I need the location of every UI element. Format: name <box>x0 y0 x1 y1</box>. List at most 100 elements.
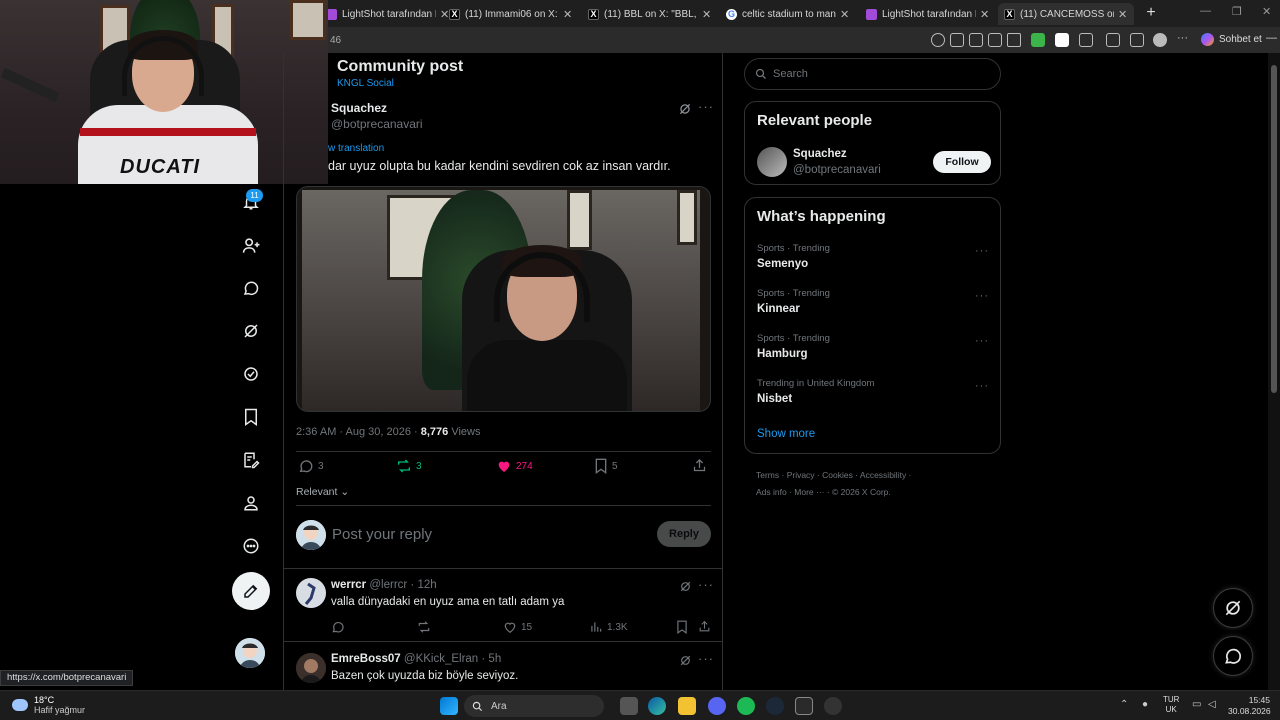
author-name[interactable]: Squachez <box>331 101 387 115</box>
close-tab-icon[interactable]: ✕ <box>840 8 850 21</box>
reply-action[interactable]: 3 <box>298 458 324 474</box>
grok-icon[interactable] <box>679 580 692 593</box>
zoom-icon[interactable] <box>931 33 945 47</box>
immersive-reader-icon[interactable] <box>988 33 1002 47</box>
epic-games-icon[interactable] <box>795 697 813 715</box>
taskbar-search[interactable]: Ara <box>464 695 604 717</box>
trend-item[interactable]: Sports · Trending Kinnear ··· <box>757 288 989 315</box>
nav-bookmarks[interactable] <box>240 406 262 428</box>
grok-float-button[interactable] <box>1213 588 1253 628</box>
url-text[interactable]: 46 <box>330 35 341 46</box>
trend-item[interactable]: Sports · Trending Hamburg ··· <box>757 333 989 360</box>
scrollbar-thumb[interactable] <box>1271 65 1277 393</box>
extension-icon[interactable] <box>1031 33 1045 47</box>
obs-icon[interactable] <box>824 697 842 715</box>
close-window-icon[interactable]: ✕ <box>1262 5 1271 18</box>
post-image[interactable] <box>296 186 711 412</box>
spotify-icon[interactable] <box>737 697 755 715</box>
follow-button[interactable]: Follow <box>933 151 991 173</box>
person-name[interactable]: Squachez <box>793 148 847 160</box>
grok-icon[interactable] <box>679 654 692 667</box>
browser-tab[interactable]: LightShot tarafından Ekran G ✕ <box>860 3 996 25</box>
nav-grok[interactable] <box>240 320 262 342</box>
windows-start-icon[interactable] <box>440 697 458 715</box>
footer-links[interactable]: Ads info · More ··· · © 2026 X Corp. <box>756 487 891 497</box>
share-action[interactable] <box>692 458 711 473</box>
discord-icon[interactable] <box>708 697 726 715</box>
comment-item[interactable]: EmreBoss07 @KKick_Elran · 5h ··· Bazen ç… <box>284 645 722 690</box>
comment-bookmark-action[interactable] <box>676 620 692 634</box>
nav-verified[interactable] <box>240 363 262 385</box>
reply-sort-dropdown[interactable]: Relevant ⌄ <box>296 486 349 498</box>
file-explorer-icon[interactable] <box>678 697 696 715</box>
community-link[interactable]: KNGL Social <box>337 78 394 89</box>
copilot-chat-button[interactable]: Sohbet et <box>1201 33 1262 46</box>
comment-views-action[interactable]: 1.3K <box>589 620 628 634</box>
settings-more-icon[interactable]: ··· <box>1177 32 1191 46</box>
browser-tab[interactable]: X (11) BBL on X: "BBL, CS2. Fro ✕ <box>582 3 718 25</box>
page-scrollbar[interactable] <box>1268 53 1280 690</box>
browser-tab[interactable]: X (11) İmmami06 on X: "MİNİK ✕ <box>443 3 579 25</box>
extensions-icon[interactable] <box>1079 33 1093 47</box>
post-time[interactable]: 2:36 AM · Aug 30, 2026 · <box>296 426 421 438</box>
trend-item[interactable]: Sports · Trending Semenyo ··· <box>757 243 989 270</box>
reply-button[interactable]: Reply <box>657 521 711 547</box>
search-input[interactable]: Search <box>744 58 1001 90</box>
close-tab-icon[interactable]: ✕ <box>702 8 712 21</box>
maximize-icon[interactable]: ❐ <box>1232 5 1242 18</box>
account-avatar[interactable] <box>235 638 265 668</box>
microphone-icon[interactable]: ● <box>1142 699 1148 710</box>
messages-float-button[interactable] <box>1213 636 1253 676</box>
nav-more[interactable] <box>240 535 262 557</box>
nav-messages[interactable] <box>240 277 262 299</box>
post-more-icon[interactable]: ··· <box>698 99 714 114</box>
weather-widget[interactable]: 18°C Hafif yağmur <box>12 695 85 715</box>
app-available-icon[interactable] <box>950 33 964 47</box>
footer-links[interactable]: Terms · Privacy · Cookies · Accessibilit… <box>756 470 911 480</box>
close-tab-icon[interactable]: ✕ <box>980 8 990 21</box>
nav-lists[interactable] <box>240 449 262 471</box>
new-tab-button[interactable]: + <box>1143 4 1159 22</box>
like-action[interactable]: 274 <box>496 458 533 474</box>
repost-action[interactable]: 3 <box>396 458 422 474</box>
compose-post-button[interactable] <box>232 572 270 610</box>
nav-profile[interactable] <box>240 492 262 514</box>
commenter-avatar[interactable] <box>296 653 326 683</box>
person-avatar[interactable] <box>757 147 787 177</box>
favorite-star-icon[interactable] <box>1007 33 1021 47</box>
author-handle[interactable]: @botprecanavari <box>331 117 423 131</box>
show-translation-link[interactable]: w translation <box>328 143 384 154</box>
trend-item[interactable]: Trending in United Kingdom Nisbet ··· <box>757 378 989 405</box>
task-view-icon[interactable] <box>620 697 638 715</box>
minimize-icon[interactable]: — <box>1200 5 1211 17</box>
network-icon[interactable]: ▭ <box>1192 699 1201 710</box>
nav-follow[interactable] <box>240 234 262 256</box>
trend-more-icon[interactable]: ··· <box>975 290 989 302</box>
comment-share-action[interactable] <box>698 620 715 633</box>
favorites-icon[interactable] <box>1130 33 1144 47</box>
comment-more-icon[interactable]: ··· <box>698 651 714 666</box>
extension-icon[interactable] <box>1055 33 1069 47</box>
split-screen-icon[interactable] <box>1106 33 1120 47</box>
comment-like-action[interactable]: 15 <box>503 620 532 634</box>
reply-input[interactable]: Post your reply <box>332 526 432 543</box>
commenter-name[interactable]: EmreBoss07 @KKick_Elran · 5h <box>331 653 501 665</box>
commenter-avatar[interactable] <box>296 578 326 608</box>
comment-item[interactable]: werrcr @lerrcr · 12h ··· valla dünyadaki… <box>284 572 722 642</box>
close-tab-icon[interactable]: ✕ <box>1118 8 1128 21</box>
volume-icon[interactable]: ◁ <box>1208 699 1216 710</box>
sidebar-toggle-icon[interactable]: — <box>1266 32 1277 44</box>
tray-chevron-icon[interactable]: ⌃ <box>1120 699 1128 710</box>
person-handle[interactable]: @botprecanavari <box>793 164 881 176</box>
trend-more-icon[interactable]: ··· <box>975 335 989 347</box>
taskbar-clock[interactable]: 15:45 30.08.2026 <box>1228 695 1271 717</box>
browser-tab[interactable]: G celtic stadium to mancheter ✕ <box>720 3 856 25</box>
steam-icon[interactable] <box>766 697 784 715</box>
browser-tab-active[interactable]: X (11) CANCEMOSS on X: "BU ✕ <box>998 3 1134 25</box>
comment-repost-action[interactable] <box>417 620 435 634</box>
edge-browser-icon[interactable] <box>648 697 666 715</box>
language-indicator[interactable]: TUR UK <box>1163 695 1179 715</box>
browser-tab[interactable]: LightShot tarafından Ekran G ✕ <box>320 3 456 25</box>
trend-more-icon[interactable]: ··· <box>975 380 989 392</box>
translate-icon[interactable] <box>969 33 983 47</box>
